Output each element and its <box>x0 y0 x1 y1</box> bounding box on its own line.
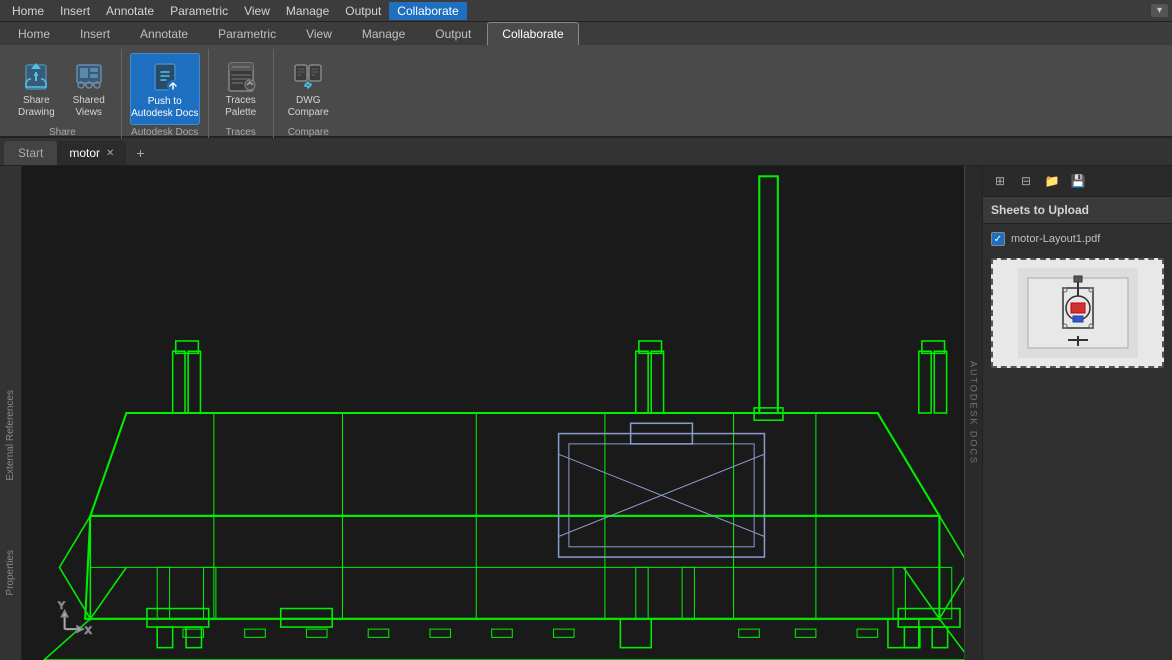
autodesk-docs-side-label: AUTODESK DOCS <box>964 166 982 660</box>
left-side-panel: External References Properties <box>0 166 22 660</box>
ribbon-group-share: ShareDrawing <box>4 49 122 142</box>
panel-title: Sheets to Upload <box>991 203 1164 217</box>
sheet-item: motor-Layout1.pdf <box>991 232 1164 246</box>
autodesk-docs-text: AUTODESK DOCS <box>969 361 979 465</box>
sheet-thumbnail[interactable] <box>991 258 1164 368</box>
menu-collaborate[interactable]: Collaborate <box>389 2 466 20</box>
traces-palette-icon <box>223 57 259 93</box>
tab-manage[interactable]: Manage <box>348 23 419 45</box>
ribbon: Home Insert Annotate Parametric View Man… <box>0 22 1172 138</box>
shared-views-button[interactable]: SharedViews <box>65 53 113 123</box>
tab-start[interactable]: Start <box>4 141 57 165</box>
tab-motor-close[interactable]: ✕ <box>106 148 114 159</box>
shared-views-icon <box>71 57 107 93</box>
sheets-list: motor-Layout1.pdf <box>983 224 1172 254</box>
tab-output[interactable]: Output <box>421 23 485 45</box>
thumbnail-svg <box>1018 268 1138 358</box>
menu-parametric[interactable]: Parametric <box>162 2 236 20</box>
external-references-panel[interactable]: External References <box>5 386 16 485</box>
ribbon-tabs: Home Insert Annotate Parametric View Man… <box>0 22 1172 45</box>
traces-palette-label: TracesPalette <box>225 95 256 119</box>
menu-output[interactable]: Output <box>337 2 389 20</box>
tab-view[interactable]: View <box>292 23 346 45</box>
tab-collaborate[interactable]: Collaborate <box>487 22 578 45</box>
tab-bar: Start motor ✕ + <box>0 138 1172 166</box>
panel-icon-4[interactable]: 💾 <box>1067 170 1089 192</box>
svg-text:Y: Y <box>58 601 64 611</box>
share-drawing-button[interactable]: ShareDrawing <box>12 53 61 123</box>
ribbon-content: ShareDrawing <box>0 45 1172 142</box>
tab-motor[interactable]: motor ✕ <box>57 141 126 165</box>
tab-annotate[interactable]: Annotate <box>126 23 202 45</box>
share-drawing-label: ShareDrawing <box>18 95 55 119</box>
cad-canvas-area[interactable]: Y X AUTODESK DOCS <box>22 166 982 660</box>
menu-insert[interactable]: Insert <box>52 2 98 20</box>
panel-header: Sheets to Upload <box>983 197 1172 224</box>
svg-text:X: X <box>85 625 91 635</box>
menu-view[interactable]: View <box>236 2 278 20</box>
tab-home[interactable]: Home <box>4 23 64 45</box>
cad-drawing-svg: Y X <box>22 166 982 660</box>
push-to-docs-label: Push toAutodesk Docs <box>131 96 198 120</box>
tab-insert[interactable]: Insert <box>66 23 124 45</box>
dwg-compare-icon <box>290 57 326 93</box>
tab-parametric[interactable]: Parametric <box>204 23 290 45</box>
menu-bar: Home Insert Annotate Parametric View Man… <box>0 0 1172 22</box>
panel-icon-1[interactable]: ⊞ <box>989 170 1011 192</box>
panel-icon-3[interactable]: 📁 <box>1041 170 1063 192</box>
panel-top-icons: ⊞ ⊟ 📁 💾 <box>983 166 1172 197</box>
dwg-compare-button[interactable]: DWGCompare <box>282 53 335 123</box>
sheet-checkbox[interactable] <box>991 232 1005 246</box>
ribbon-group-traces: TracesPalette Traces <box>209 49 274 142</box>
ribbon-docs-items: Push toAutodesk Docs <box>130 49 200 125</box>
push-to-autodesk-docs-button[interactable]: Push toAutodesk Docs <box>130 53 200 125</box>
ribbon-compare-items: DWGCompare <box>282 49 335 125</box>
ribbon-traces-items: TracesPalette <box>217 49 265 125</box>
tab-add-button[interactable]: + <box>128 141 152 165</box>
sheet-name: motor-Layout1.pdf <box>1011 233 1100 245</box>
right-panel: ⊞ ⊟ 📁 💾 Sheets to Upload motor-Layout1.p… <box>982 166 1172 660</box>
traces-palette-button[interactable]: TracesPalette <box>217 53 265 123</box>
menu-manage[interactable]: Manage <box>278 2 337 20</box>
menu-home[interactable]: Home <box>4 2 52 20</box>
share-drawing-icon <box>18 57 54 93</box>
dwg-compare-label: DWGCompare <box>288 95 329 119</box>
ribbon-group-autodesk-docs: Push toAutodesk Docs Autodesk Docs <box>122 49 209 142</box>
push-to-docs-icon <box>147 58 183 94</box>
ribbon-group-compare: DWGCompare Compare <box>274 49 343 142</box>
main-area: External References Properties <box>0 166 1172 660</box>
menu-annotate[interactable]: Annotate <box>98 2 162 20</box>
quick-access-dropdown[interactable]: ▾ <box>1151 4 1168 17</box>
shared-views-label: SharedViews <box>73 95 105 119</box>
properties-panel[interactable]: Properties <box>5 546 16 600</box>
tab-motor-label: motor <box>69 146 100 160</box>
panel-icon-2[interactable]: ⊟ <box>1015 170 1037 192</box>
ribbon-share-items: ShareDrawing <box>12 49 113 125</box>
